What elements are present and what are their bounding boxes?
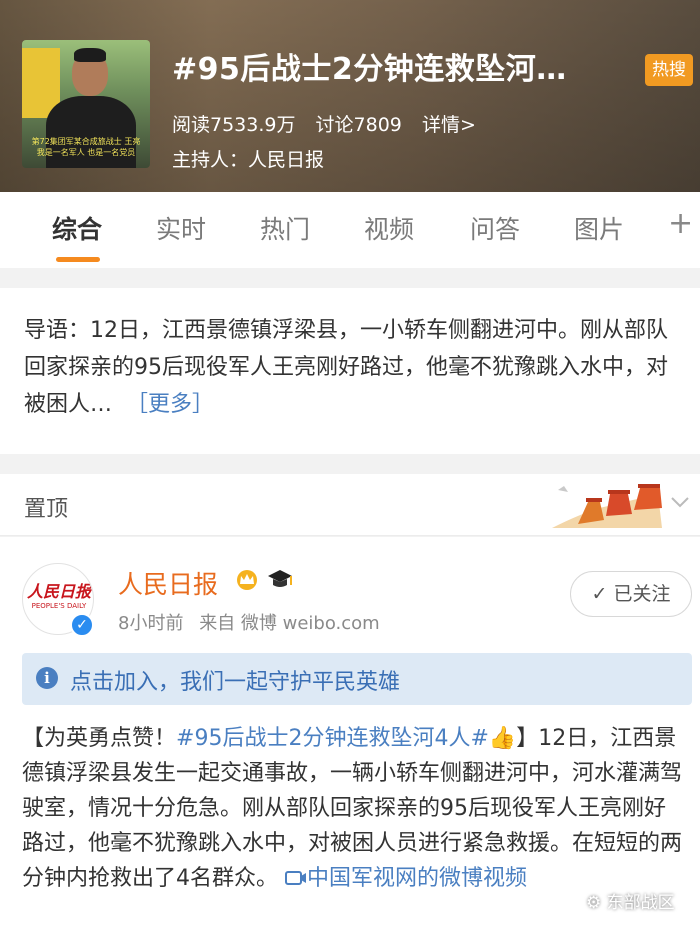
banner-text: 点击加入，我们一起守护平民英雄 <box>70 670 401 695</box>
pinned-label: 置顶 <box>24 497 69 522</box>
topic-header: 第72集团军某合成旅战士 王亮 我是一名军人 也是一名党员 #95后战士2分钟连… <box>0 0 700 192</box>
following-button[interactable]: ✓ 已关注 <box>570 571 692 617</box>
video-link-text: 中国军视网的微博视频 <box>307 866 528 891</box>
verified-badge-icon: ✓ <box>70 613 94 637</box>
topic-intro: 导语：12日，江西景德镇浮梁县，一小轿车侧翻进河中。刚从部队回家探亲的95后现役… <box>0 288 700 454</box>
add-tab-icon[interactable]: + <box>668 206 693 241</box>
topic-title: #95后战士2分钟连救坠河… <box>172 52 567 87</box>
weibo-post: 人民日报 PEOPLE'S DAILY ✓ 人民日报 8小时前 来自 微博 we… <box>0 537 700 929</box>
video-icon <box>285 871 306 885</box>
hashtag-link[interactable]: #95后战士2分钟连救坠河4人#👍 <box>176 726 516 751</box>
active-tab-indicator <box>56 257 100 262</box>
topic-host[interactable]: 主持人：人民日报 <box>172 145 324 172</box>
thumbnail-soldier-hair <box>74 48 106 62</box>
details-link[interactable]: 详情> <box>422 114 476 136</box>
more-link[interactable]: ［更多］ <box>126 392 214 417</box>
post-text-prefix: 【为英勇点赞！ <box>22 726 177 751</box>
chevron-down-icon[interactable] <box>670 492 690 512</box>
tab-images[interactable]: 图片 <box>574 210 626 246</box>
join-banner[interactable]: i 点击加入，我们一起守护平民英雄 <box>22 653 692 705</box>
watermark-text: 东部战区 <box>606 893 675 913</box>
post-time: 8小时前 <box>118 613 184 634</box>
tab-hot[interactable]: 热门 <box>260 210 310 246</box>
video-link[interactable]: 中国军视网的微博视频 <box>278 866 527 891</box>
post-meta: 8小时前 来自 微博 weibo.com <box>118 609 390 635</box>
author-name[interactable]: 人民日报 <box>118 565 218 601</box>
discussion-count: 讨论7809 <box>315 114 402 136</box>
tab-qa[interactable]: 问答 <box>470 210 520 246</box>
tab-realtime[interactable]: 实时 <box>156 210 206 246</box>
crown-icon <box>237 570 257 590</box>
read-count: 阅读7533.9万 <box>172 114 296 136</box>
follow-label: 已关注 <box>613 583 671 605</box>
watermark: ⚙ 东部战区 <box>586 893 675 913</box>
post-source: 来自 微博 weibo.com <box>199 613 380 634</box>
pinned-bar: 置顶 <box>0 474 700 536</box>
intro-paragraph: 导语：12日，江西景德镇浮梁县，一小轿车侧翻进河中。刚从部队回家探亲的95后现役… <box>24 312 676 423</box>
hot-badge: 热搜 <box>645 54 693 86</box>
intro-text: 导语：12日，江西景德镇浮梁县，一小轿车侧翻进河中。刚从部队回家探亲的95后现役… <box>24 318 668 417</box>
info-icon: i <box>36 667 58 689</box>
tab-video[interactable]: 视频 <box>364 210 414 246</box>
topic-stats: 阅读7533.9万 讨论7809 详情> <box>172 110 490 137</box>
tab-comprehensive[interactable]: 综合 <box>52 210 102 246</box>
post-body: 【为英勇点赞！#95后战士2分钟连救坠河4人#👍】12日，江西景德镇浮梁县发生一… <box>22 721 682 896</box>
tab-bar: 综合 实时 热门 视频 问答 图片 + <box>0 192 700 268</box>
thumbnail-caption: 第72集团军某合成旅战士 王亮 我是一名军人 也是一名党员 <box>31 137 141 157</box>
graduation-cap-icon <box>268 570 292 587</box>
topic-thumbnail[interactable]: 第72集团军某合成旅战士 王亮 我是一名军人 也是一名党员 <box>22 40 150 168</box>
avatar-logo-en: PEOPLE'S DAILY <box>31 602 87 610</box>
great-wall-icon <box>552 484 662 528</box>
avatar-logo: 人民日报 <box>27 582 92 601</box>
